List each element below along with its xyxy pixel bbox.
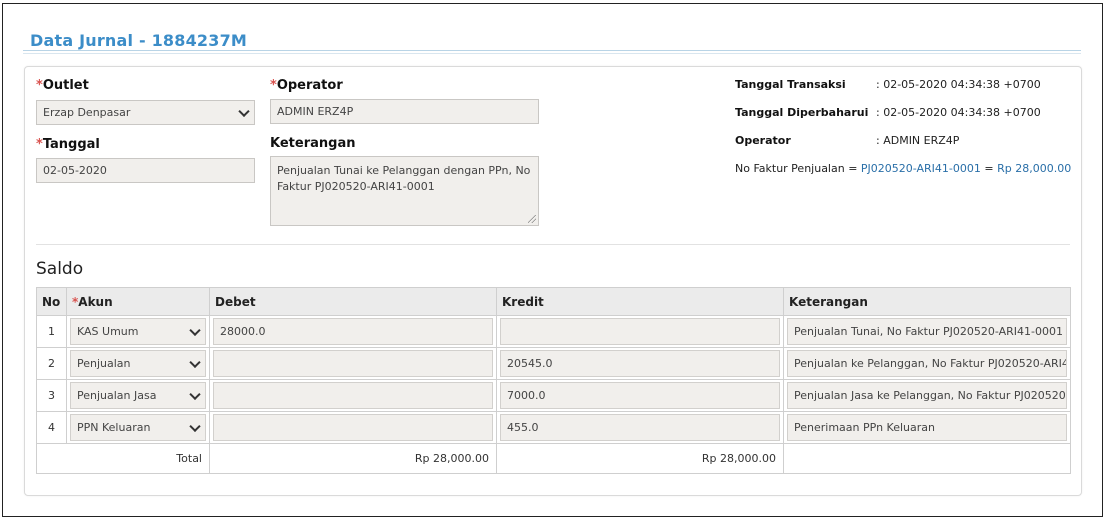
chevron-down-icon <box>189 356 201 368</box>
saldo-heading: Saldo <box>36 259 84 279</box>
debet-input[interactable]: 28000.0 <box>213 318 493 345</box>
keterangan-input[interactable]: Penerimaan PPn Keluaran <box>787 414 1067 441</box>
faktur-link[interactable]: PJ020520-ARI41-0001 <box>861 162 981 175</box>
akun-value: Penjualan <box>77 357 131 370</box>
row-kredit-cell <box>496 315 784 348</box>
kredit-input[interactable]: 455.0 <box>500 414 780 441</box>
required-mark: * <box>36 137 43 152</box>
section-divider <box>36 244 1070 245</box>
akun-select[interactable]: Penjualan Jasa <box>70 382 206 409</box>
outlet-select-value: Erzap Denpasar <box>43 106 131 119</box>
row-akun-cell: Penjualan <box>66 347 210 380</box>
kredit-input[interactable]: 7000.0 <box>500 382 780 409</box>
tanggal-diperbaharui-value: : 02-05-2020 04:34:38 +0700 <box>876 106 1041 119</box>
kredit-input[interactable] <box>500 318 780 345</box>
col-header-kredit: Kredit <box>496 287 784 316</box>
keterangan-input[interactable]: Penjualan ke Pelanggan, No Faktur PJ0205… <box>787 350 1067 377</box>
chevron-down-icon <box>189 324 201 336</box>
tanggal-label-text: Tanggal <box>42 137 100 152</box>
total-label: Total <box>36 443 210 474</box>
akun-select[interactable]: PPN Keluaran <box>70 414 206 441</box>
operator-value: ADMIN ERZ4P <box>277 105 354 118</box>
total-debet: Rp 28,000.00 <box>209 443 497 474</box>
table-row: 1 KAS Umum 28000.0 Penjualan Tunai, No F… <box>36 315 1071 348</box>
title-divider-secondary <box>23 53 1081 54</box>
keterangan-input[interactable]: Penjualan Tunai, No Faktur PJ020520-ARI4… <box>787 318 1067 345</box>
debet-input[interactable] <box>213 350 493 377</box>
required-mark: * <box>270 78 277 93</box>
outlet-label-text: Outlet <box>42 78 89 93</box>
operator-input[interactable]: ADMIN ERZ4P <box>270 99 539 124</box>
title-divider <box>23 50 1081 51</box>
faktur-eq: = <box>980 162 998 175</box>
akun-select[interactable]: KAS Umum <box>70 318 206 345</box>
tanggal-transaksi-value: : 02-05-2020 04:34:38 +0700 <box>876 78 1041 91</box>
saldo-table: No *Akun Debet Kredit Keterangan 1 KAS U… <box>36 287 1071 474</box>
row-keterangan-cell: Penerimaan PPn Keluaran <box>783 411 1071 444</box>
chevron-down-icon <box>238 105 250 117</box>
row-no: 4 <box>36 411 67 444</box>
table-header-row: No *Akun Debet Kredit Keterangan <box>36 287 1071 316</box>
required-mark: * <box>36 78 43 93</box>
debet-input[interactable] <box>213 414 493 441</box>
debet-input[interactable] <box>213 382 493 409</box>
table-row: 3 Penjualan Jasa 7000.0 Penjualan Jasa k… <box>36 379 1071 412</box>
col-header-keterangan: Keterangan <box>783 287 1071 316</box>
info-operator-label: Operator <box>735 134 791 147</box>
row-keterangan-cell: Penjualan Jasa ke Pelanggan, No Faktur P… <box>783 379 1071 412</box>
row-no: 2 <box>36 347 67 380</box>
keterangan-input[interactable]: Penjualan Jasa ke Pelanggan, No Faktur P… <box>787 382 1067 409</box>
row-akun-cell: PPN Keluaran <box>66 411 210 444</box>
keterangan-label: Keterangan <box>270 136 356 151</box>
keterangan-value: Penjualan Tunai ke Pelanggan dengan PPn,… <box>277 164 531 193</box>
tanggal-input[interactable]: 02-05-2020 <box>36 158 255 183</box>
outlet-select[interactable]: Erzap Denpasar <box>36 100 255 125</box>
row-keterangan-cell: Penjualan Tunai, No Faktur PJ020520-ARI4… <box>783 315 1071 348</box>
row-kredit-cell: 20545.0 <box>496 347 784 380</box>
total-kredit: Rp 28,000.00 <box>496 443 784 474</box>
col-header-no: No <box>36 287 67 316</box>
chevron-down-icon <box>189 420 201 432</box>
col-header-akun-text: Akun <box>78 294 113 309</box>
info-operator-value: : ADMIN ERZ4P <box>876 134 960 147</box>
row-debet-cell <box>209 347 497 380</box>
row-no: 3 <box>36 379 67 412</box>
row-debet-cell: 28000.0 <box>209 315 497 348</box>
akun-select[interactable]: Penjualan <box>70 350 206 377</box>
chevron-down-icon <box>189 388 201 400</box>
tanggal-diperbaharui-label: Tanggal Diperbaharui <box>735 106 869 119</box>
row-debet-cell <box>209 411 497 444</box>
operator-label: *Operator <box>270 78 343 93</box>
row-akun-cell: KAS Umum <box>66 315 210 348</box>
akun-value: PPN Keluaran <box>77 421 151 434</box>
faktur-prefix: No Faktur Penjualan = <box>735 162 861 175</box>
tanggal-label: *Tanggal <box>36 137 100 152</box>
page-title: Data Jurnal - 1884237M <box>30 31 248 50</box>
operator-label-text: Operator <box>276 78 343 93</box>
row-no: 1 <box>36 315 67 348</box>
tanggal-transaksi-label: Tanggal Transaksi <box>735 78 846 91</box>
kredit-input[interactable]: 20545.0 <box>500 350 780 377</box>
resize-handle-icon[interactable] <box>528 215 536 223</box>
keterangan-textarea[interactable]: Penjualan Tunai ke Pelanggan dengan PPn,… <box>270 156 539 226</box>
faktur-amount: Rp 28,000.00 <box>997 162 1072 175</box>
akun-value: Penjualan Jasa <box>77 389 157 402</box>
row-keterangan-cell: Penjualan ke Pelanggan, No Faktur PJ0205… <box>783 347 1071 380</box>
row-kredit-cell: 455.0 <box>496 411 784 444</box>
table-row: 4 PPN Keluaran 455.0 Penerimaan PPn Kelu… <box>36 411 1071 444</box>
row-akun-cell: Penjualan Jasa <box>66 379 210 412</box>
col-header-akun: *Akun <box>66 287 210 316</box>
col-header-debet: Debet <box>209 287 497 316</box>
total-keterangan-empty <box>783 443 1071 474</box>
tanggal-value: 02-05-2020 <box>43 164 107 177</box>
table-row: 2 Penjualan 20545.0 Penjualan ke Pelangg… <box>36 347 1071 380</box>
table-total-row: Total Rp 28,000.00 Rp 28,000.00 <box>36 443 1071 474</box>
akun-value: KAS Umum <box>77 325 139 338</box>
faktur-line: No Faktur Penjualan = PJ020520-ARI41-000… <box>735 162 1071 175</box>
row-kredit-cell: 7000.0 <box>496 379 784 412</box>
row-debet-cell <box>209 379 497 412</box>
outlet-label: *Outlet <box>36 78 89 93</box>
